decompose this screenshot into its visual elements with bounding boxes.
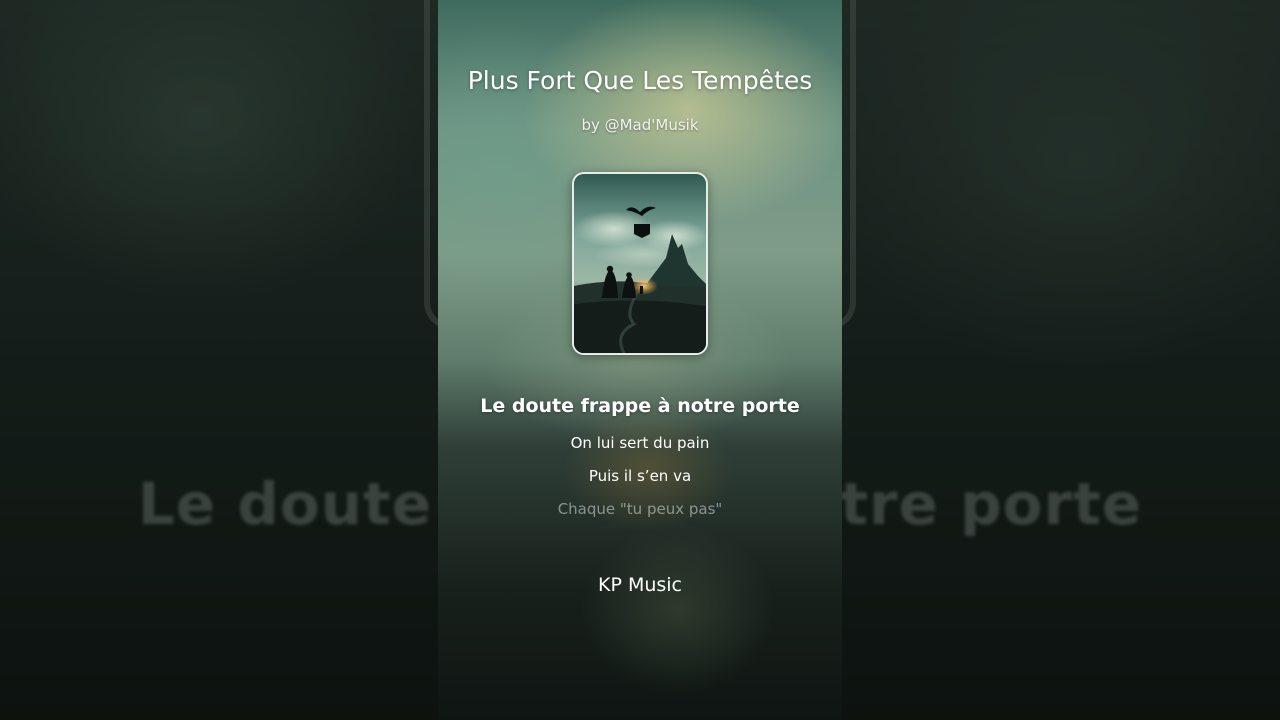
video-frame: Le doute frappe à notre porte Plus Fort … (0, 0, 1280, 720)
song-title: Plus Fort Que Les Tempêtes (467, 66, 813, 95)
song-artist: by @Mad'Musik (581, 116, 699, 134)
album-cover-art (574, 174, 706, 353)
channel-name: KP Music (597, 574, 682, 596)
upcoming-lyric-line: On lui sert du pain (570, 434, 710, 452)
player-panel: Plus Fort Que Les Tempêtes by @Mad'Musik (438, 0, 842, 720)
album-cover (572, 172, 708, 355)
current-lyric-line: Le doute frappe à notre porte (480, 395, 800, 417)
upcoming-lyric-line: Puis il s’en va (588, 467, 692, 485)
upcoming-lyric-line-faded: Chaque "tu peux pas" (557, 500, 723, 518)
